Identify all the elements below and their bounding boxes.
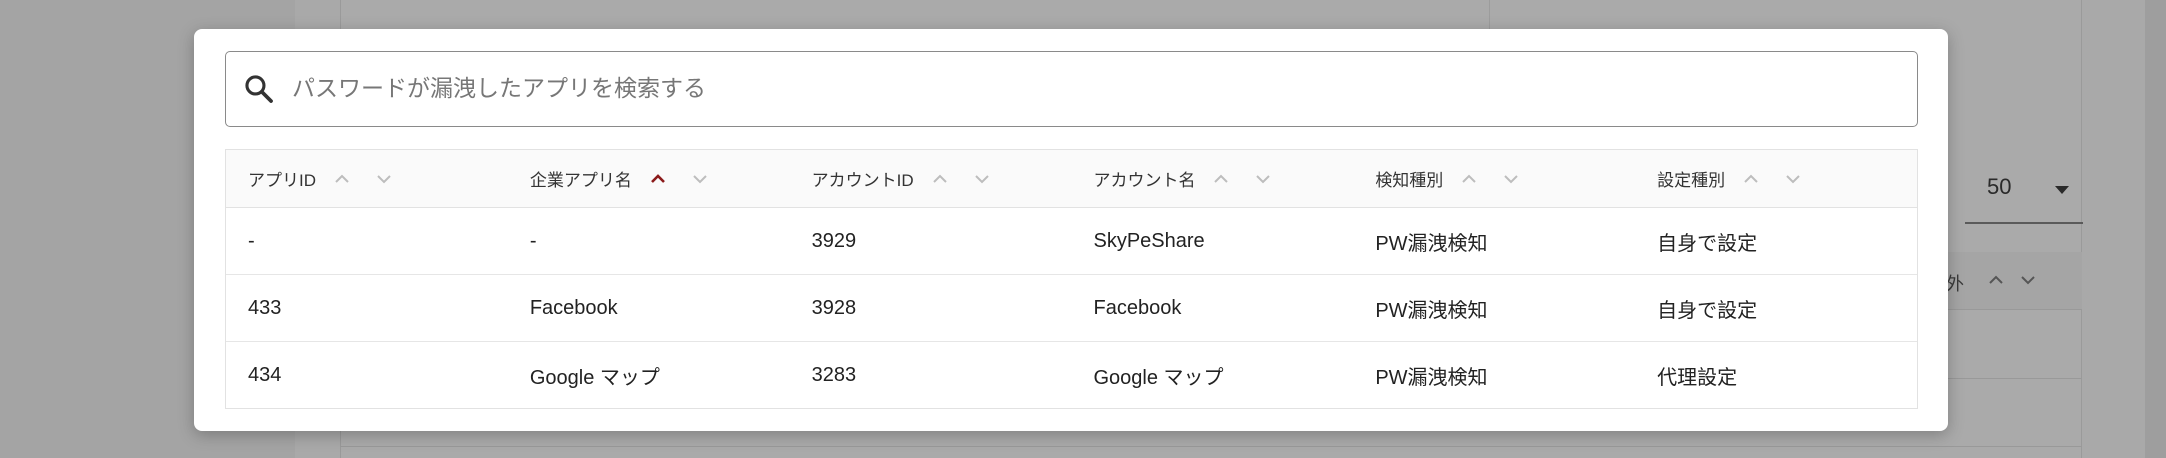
cell-setting-type: 代理設定 xyxy=(1657,367,1738,389)
table-body: - -3929 SkyPeShare PW漏洩検知 自身で設定 433 Facebook 39… xyxy=(226,208,1917,409)
background-table-header: 外 xyxy=(1940,252,2082,310)
sort-ascending-icon[interactable] xyxy=(1457,167,1481,191)
background-column-label: 外 xyxy=(1946,274,1964,294)
cell-setting-type: 自身で設定 xyxy=(1657,299,1758,322)
column-header[interactable]: 企業アプリ名 xyxy=(508,150,790,207)
sort-ascending-icon[interactable] xyxy=(1209,167,1233,191)
table-row[interactable]: 434 Google マップ 3283 Google マップ PW漏洩検知 代理設定 xyxy=(226,342,1917,409)
column-header[interactable]: アカウント名 xyxy=(1071,150,1353,207)
cell-detection-type: PW漏洩検知 xyxy=(1375,299,1488,322)
sort-ascending-icon[interactable] xyxy=(330,167,354,191)
background-sort-icons xyxy=(1986,269,2046,296)
page-size-value: 50 xyxy=(1987,174,2012,199)
cell-corp-app-name: Google マップ xyxy=(529,367,660,389)
background-row-divider xyxy=(1940,378,2082,379)
sort-ascending-icon[interactable] xyxy=(1739,167,1763,191)
table-row[interactable]: 433 Facebook 3928 Facebook PW漏洩検知 自身で設定 xyxy=(226,275,1917,342)
caret-down-icon xyxy=(2055,186,2069,194)
sort-descending-icon[interactable] xyxy=(970,167,994,191)
sort-descending-icon[interactable] xyxy=(1251,167,1275,191)
cell-account-id: 3928 xyxy=(811,296,857,319)
cell-corp-app-name: Facebook xyxy=(529,296,618,319)
cell-account-id: 3929 xyxy=(811,229,857,252)
background-page-size-select: 50 xyxy=(1965,160,2083,224)
cell-detection-type: PW漏洩検知 xyxy=(1375,232,1488,255)
column-header[interactable]: アプリID xyxy=(226,150,508,207)
sort-descending-icon[interactable] xyxy=(688,167,712,191)
cell-account-name: SkyPeShare xyxy=(1093,229,1205,252)
search-field[interactable] xyxy=(225,51,1918,127)
sort-descending-icon[interactable] xyxy=(1781,167,1805,191)
cell-setting-type: 自身で設定 xyxy=(1657,232,1758,255)
column-header-label: アプリID xyxy=(248,171,316,190)
table-header: アプリID 企業アプリ名 アカウントID アカウント名 検知種別 設定種別 xyxy=(226,150,1917,208)
cell-account-name: Facebook xyxy=(1093,296,1182,319)
column-header-label: アカウント名 xyxy=(1093,171,1196,190)
column-header-label: アカウントID xyxy=(811,171,914,190)
cell-app-id: - xyxy=(248,229,255,252)
column-header[interactable]: アカウントID xyxy=(790,150,1072,207)
sort-descending-icon[interactable] xyxy=(372,167,396,191)
cell-account-name: Google マップ xyxy=(1093,367,1224,389)
cell-account-id: 3283 xyxy=(811,364,857,386)
column-header-label: 検知種別 xyxy=(1375,171,1444,190)
background-inner-panel xyxy=(340,0,1490,30)
column-header-label: 企業アプリ名 xyxy=(529,171,632,190)
search-icon xyxy=(245,75,273,103)
cell-detection-type: PW漏洩検知 xyxy=(1375,367,1488,389)
cell-corp-app-name: - xyxy=(529,229,537,252)
search-input[interactable] xyxy=(292,52,1892,125)
background-bottom-divider xyxy=(340,446,2082,447)
column-header[interactable]: 設定種別 xyxy=(1635,150,1917,207)
results-table: アプリID 企業アプリ名 アカウントID アカウント名 検知種別 設定種別 - - 3929 S… xyxy=(225,149,1918,409)
sort-ascending-icon[interactable] xyxy=(928,167,952,191)
column-header-label: 設定種別 xyxy=(1657,171,1726,190)
app-search-dialog: アプリID 企業アプリ名 アカウントID アカウント名 検知種別 設定種別 - - 3929 S… xyxy=(194,29,1948,431)
sort-descending-icon[interactable] xyxy=(1499,167,1523,191)
column-header[interactable]: 検知種別 xyxy=(1353,150,1635,207)
table-row[interactable]: - - 3929 SkyPeShare PW漏洩検知 自身で設定 xyxy=(226,208,1917,275)
chevron-up-down-icon xyxy=(1989,275,2035,285)
sort-ascending-icon[interactable] xyxy=(646,167,670,191)
cell-app-id: 433 xyxy=(248,296,282,319)
cell-app-id: 434 xyxy=(248,364,282,386)
